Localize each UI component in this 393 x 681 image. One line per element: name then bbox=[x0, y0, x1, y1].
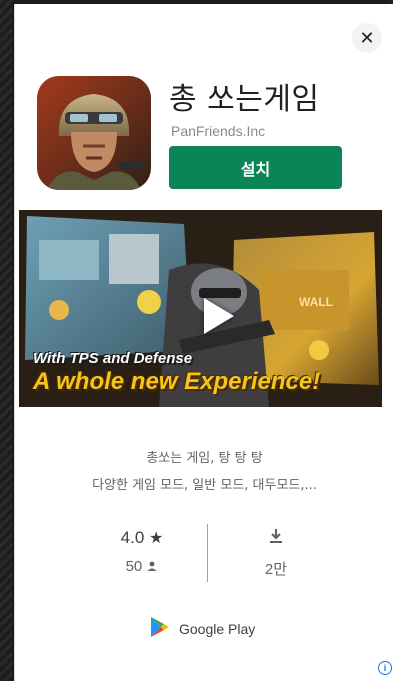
video-tagline-line1: With TPS and Defense bbox=[33, 350, 193, 367]
rating-stat: 4.0 ★ 50 bbox=[82, 528, 202, 576]
background-strip bbox=[0, 0, 12, 681]
rating-count: 50 bbox=[125, 558, 143, 575]
video-tagline-line2: A whole new Experience! bbox=[33, 368, 321, 395]
stat-divider bbox=[207, 524, 208, 582]
developer-name: PanFriends.Inc bbox=[171, 123, 266, 139]
description-line1: 총쏘는 게임, 탕 탕 탕 bbox=[146, 451, 263, 466]
downloads-stat: 2만 bbox=[216, 528, 336, 579]
install-button[interactable]: 설치 bbox=[169, 146, 342, 189]
svg-text:WALL: WALL bbox=[299, 295, 333, 309]
google-play-badge[interactable]: Google Play bbox=[150, 616, 255, 642]
google-play-logo-icon bbox=[150, 616, 170, 642]
person-icon bbox=[146, 559, 158, 576]
close-icon: ✕ bbox=[359, 27, 375, 49]
app-title[interactable]: 총 쏘는게임 bbox=[169, 74, 320, 118]
play-icon[interactable] bbox=[204, 298, 234, 334]
star-icon: ★ bbox=[149, 530, 164, 547]
description-line2: 다양한 게임 모드, 일반 모드, 대두모드,... bbox=[92, 478, 317, 493]
download-icon bbox=[269, 528, 283, 549]
rating-value: 4.0 bbox=[120, 528, 145, 547]
downloads-count: 2만 bbox=[264, 561, 288, 578]
info-icon[interactable]: i bbox=[378, 661, 392, 675]
close-button[interactable]: ✕ bbox=[352, 23, 382, 53]
google-play-label: Google Play bbox=[179, 621, 256, 637]
app-icon[interactable] bbox=[37, 76, 151, 190]
app-install-ad[interactable]: ✕ 총 쏘는게임 PanFriends.Inc 설치 WALL With TPS… bbox=[14, 4, 393, 681]
video-preview[interactable]: WALL With TPS and Defense A whole new Ex… bbox=[19, 210, 382, 407]
